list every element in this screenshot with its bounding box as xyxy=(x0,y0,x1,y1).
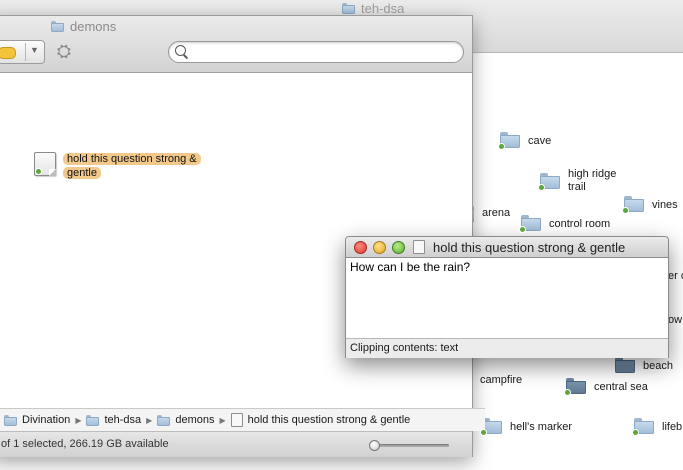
search-input[interactable] xyxy=(191,44,455,60)
path-item-file[interactable]: hold this question strong & gentle xyxy=(248,414,411,426)
document-icon xyxy=(230,413,243,427)
path-item-divination[interactable]: Divination xyxy=(22,414,70,426)
folder-label: campfire xyxy=(480,374,523,386)
clipping-info-text: Clipping contents: text xyxy=(350,342,459,354)
status-text: of 1 selected, 266.19 GB available xyxy=(1,438,169,450)
close-button[interactable] xyxy=(354,241,367,254)
folder-label: control room xyxy=(549,218,611,230)
folder-item-cave[interactable]: cave xyxy=(498,132,552,150)
folder-label: beach xyxy=(643,360,673,372)
clipping-content-text: How can I be the rain? xyxy=(350,260,471,274)
finder-toolbar[interactable]: demons ▼ ⛭ xyxy=(0,16,472,73)
folder-label: central sea xyxy=(594,381,648,393)
label-action-button[interactable]: ▼ xyxy=(0,40,45,64)
folder-icon xyxy=(480,418,502,436)
status-bar: of 1 selected, 266.19 GB available xyxy=(0,431,472,457)
clipping-window-title: hold this question strong & gentle xyxy=(433,240,626,255)
file-item-selected[interactable]: hold this question strong & gentle xyxy=(34,152,213,180)
chevron-right-icon: ▶ xyxy=(219,415,226,425)
folder-icon xyxy=(519,215,541,233)
folder-item-vines[interactable]: vines xyxy=(622,196,678,214)
background-window-title: teh-dsa xyxy=(361,1,405,16)
folder-item-partial-1[interactable]: er c xyxy=(668,270,683,283)
folder-item-control-room[interactable]: control room xyxy=(519,215,611,233)
folder-label: cave xyxy=(528,135,552,147)
folder-icon xyxy=(86,414,100,426)
folder-label: er c xyxy=(668,270,683,282)
folder-icon xyxy=(538,173,560,191)
clipping-window: hold this question strong & gentle How c… xyxy=(345,236,669,358)
folder-label: ow xyxy=(668,314,683,326)
folder-label: vines xyxy=(652,199,678,211)
folder-icon xyxy=(632,418,654,436)
folder-item-hells-marker[interactable]: hell's marker xyxy=(480,418,573,436)
folder-icon xyxy=(498,132,520,150)
document-icon xyxy=(413,240,425,254)
folder-icon xyxy=(622,196,644,214)
folder-label: high ridge trail xyxy=(568,168,617,193)
folder-label: hell's marker xyxy=(510,421,573,433)
path-item-teh-dsa[interactable]: teh-dsa xyxy=(104,414,141,426)
chevron-right-icon: ▶ xyxy=(75,415,82,425)
search-icon xyxy=(175,45,186,56)
path-bar: Divination ▶ teh-dsa ▶ demons ▶ hold thi… xyxy=(0,408,485,431)
folder-item-campfire[interactable]: campfire xyxy=(480,374,522,387)
search-field[interactable] xyxy=(168,41,464,63)
icon-size-slider[interactable] xyxy=(369,440,449,451)
path-item-demons[interactable]: demons xyxy=(175,414,214,426)
folder-icon xyxy=(342,3,355,14)
finder-window-title: demons xyxy=(70,19,117,34)
folder-icon xyxy=(157,414,171,426)
chevron-right-icon: ▶ xyxy=(146,415,153,425)
folder-icon xyxy=(51,21,64,32)
file-label: hold this question strong & gentle xyxy=(63,153,201,179)
folder-item-central-sea[interactable]: central sea xyxy=(564,378,648,396)
text-clipping-icon xyxy=(34,152,56,176)
folder-item-high-ridge-trail[interactable]: high ridge trail xyxy=(538,168,628,194)
clipping-footer: Clipping contents: text xyxy=(346,338,668,358)
folder-icon xyxy=(4,414,17,426)
folder-item-beach[interactable]: beach xyxy=(615,357,673,373)
share-icon[interactable]: ⛭ xyxy=(53,40,75,62)
zoom-button[interactable] xyxy=(392,241,405,254)
chevron-down-icon: ▼ xyxy=(30,45,39,55)
folder-item-partial-2[interactable]: ow xyxy=(668,314,682,327)
clipping-window-titlebar[interactable]: hold this question strong & gentle xyxy=(346,237,668,258)
slider-knob[interactable] xyxy=(369,440,380,451)
folder-label: arena xyxy=(482,207,511,219)
folder-icon xyxy=(564,378,586,396)
label-color-icon xyxy=(0,47,16,59)
minimize-button[interactable] xyxy=(373,241,386,254)
clipping-content-area[interactable]: How can I be the rain? xyxy=(346,258,668,337)
folder-icon xyxy=(615,357,635,373)
folder-item-lifeb[interactable]: lifeb xyxy=(632,418,683,436)
folder-label: lifeb xyxy=(662,421,683,433)
